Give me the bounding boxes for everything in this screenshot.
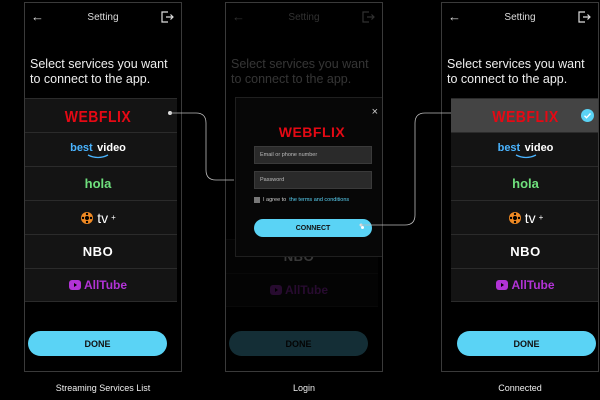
password-field[interactable]: Password [254, 171, 372, 189]
alltube-logo: AllTube [68, 278, 128, 292]
service-row-alltube[interactable]: AllTube [25, 268, 177, 302]
tv-plus-logo-sup: + [111, 213, 116, 222]
best-video-logo-word2: video [524, 141, 554, 154]
orange-orb-icon [81, 211, 94, 224]
nbo-logo: NBO [82, 244, 114, 259]
screen-title: Setting [87, 12, 119, 23]
top-bar: ← Setting [442, 3, 598, 33]
hola-logo: hola [84, 176, 112, 191]
smile-arrow-icon [87, 153, 109, 158]
tv-plus-logo-sup: + [538, 213, 544, 222]
service-row-tv-plus[interactable]: tv + [25, 200, 177, 234]
alltube-logo-text: AllTube [83, 278, 128, 292]
caption-connected: Connected [498, 383, 542, 393]
screen-login: ← Setting Select services you want to co… [225, 2, 383, 372]
prompt-text: Select services you want to connect to t… [30, 57, 168, 86]
best-video-logo-word1: best [70, 141, 93, 154]
service-row-tv-plus[interactable]: tv + [451, 200, 598, 234]
done-button[interactable]: DONE [28, 331, 167, 356]
best-video-logo: best video [70, 141, 126, 159]
webflix-logo: WEBFLIX [64, 106, 132, 125]
service-row-nbo[interactable]: NBO [451, 234, 598, 268]
prompt-text: Select services you want to connect to t… [231, 57, 369, 86]
tv-plus-logo: tv + [508, 209, 544, 226]
close-icon[interactable]: × [372, 106, 378, 118]
best-video-logo-word1: best [497, 141, 521, 154]
prompt-text: Select services you want to connect to t… [447, 57, 585, 86]
nbo-logo: NBO [510, 244, 541, 259]
top-bar: ← Setting [226, 3, 382, 33]
alltube-logo: AllTube [496, 278, 555, 292]
service-row-best-video[interactable]: best video [451, 132, 598, 166]
play-icon [496, 280, 509, 290]
service-row-webflix[interactable]: WEBFLIX [25, 98, 177, 132]
caption-login: Login [292, 383, 316, 393]
terms-checkbox[interactable] [254, 197, 260, 203]
play-icon [68, 280, 81, 290]
service-list: WEBFLIX best video hola tv + NBO AllTube [25, 98, 177, 302]
tv-plus-logo: tv + [80, 210, 116, 226]
exit-icon[interactable] [161, 11, 174, 23]
done-button: DONE [229, 331, 368, 356]
connect-button[interactable]: CONNECT [254, 219, 372, 237]
tv-plus-logo-text: tv [97, 209, 109, 226]
email-field[interactable]: Email or phone number [254, 146, 372, 164]
screen-title: Setting [504, 12, 536, 23]
webflix-logo: WEBFLIX [278, 124, 346, 140]
connector-dot [361, 226, 364, 229]
modal-logo-wrap: WEBFLIX [236, 124, 382, 142]
orange-orb-icon [508, 211, 521, 224]
smile-arrow-icon [515, 153, 536, 158]
best-video-logo: best video [497, 141, 554, 159]
screen-streaming-services-list: ← Setting Select services you want to co… [24, 2, 182, 372]
exit-icon[interactable] [578, 11, 591, 23]
service-row-webflix[interactable]: WEBFLIX [451, 98, 598, 132]
service-row-alltube[interactable]: AllTube [451, 268, 598, 302]
connect-button-label: CONNECT [295, 224, 331, 232]
terms-link[interactable]: the terms and conditions [289, 197, 349, 203]
service-list: WEBFLIX best video hola tv + NBO AllTube [451, 98, 598, 302]
service-row-hola[interactable]: hola [25, 166, 177, 200]
alltube-logo-text: AllTube [284, 283, 329, 297]
terms-prefix: I agree to [263, 197, 287, 203]
checkmark-icon [581, 109, 594, 122]
terms-agreement: I agree to the terms and conditions [254, 197, 349, 203]
caption-streaming-services-list: Streaming Services List [55, 383, 151, 393]
tv-plus-logo-text: tv [524, 209, 536, 226]
service-row-nbo[interactable]: NBO [25, 234, 177, 268]
webflix-logo: WEBFLIX [492, 106, 559, 125]
service-row-alltube: AllTube [226, 273, 378, 307]
best-video-logo-word2: video [97, 141, 126, 154]
top-bar: ← Setting [25, 3, 181, 33]
exit-icon [362, 11, 375, 23]
done-button[interactable]: DONE [457, 331, 596, 356]
play-icon [269, 285, 282, 295]
login-modal: × WEBFLIX Email or phone number Password… [235, 97, 382, 257]
alltube-logo-text: AllTube [511, 278, 555, 292]
hola-logo: hola [512, 176, 539, 191]
screen-connected: ← Setting Select services you want to co… [441, 2, 599, 372]
alltube-logo: AllTube [269, 283, 329, 297]
screen-title: Setting [288, 12, 320, 23]
service-row-best-video[interactable]: best video [25, 132, 177, 166]
service-row-hola[interactable]: hola [451, 166, 598, 200]
